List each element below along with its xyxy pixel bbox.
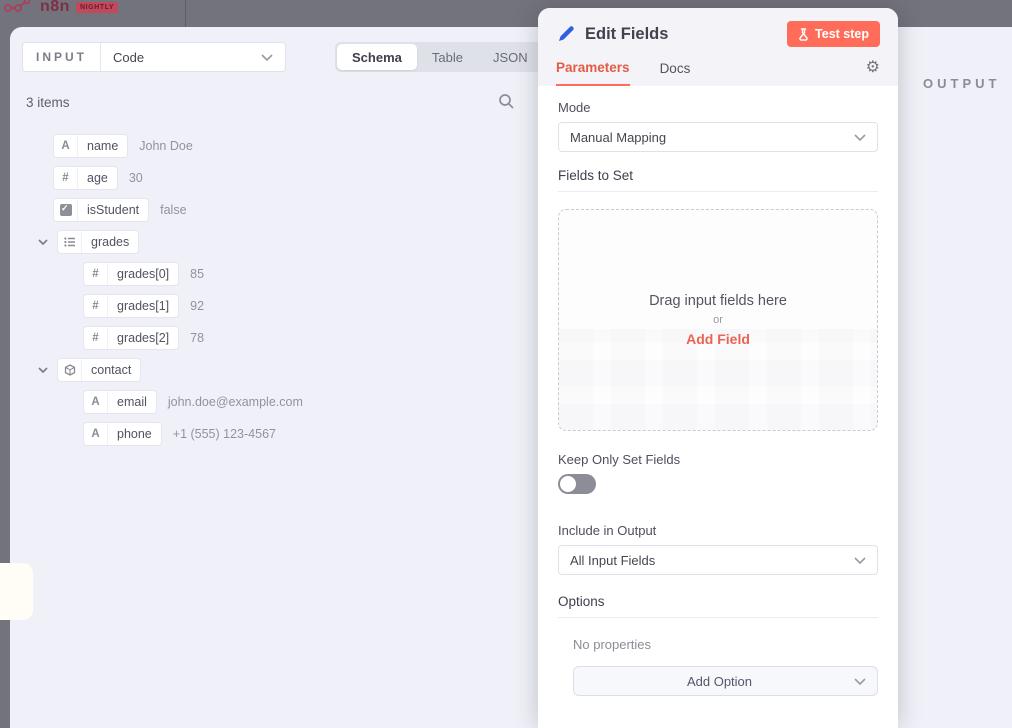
tab-json[interactable]: JSON	[478, 44, 543, 70]
tab-parameters[interactable]: Parameters	[556, 60, 630, 86]
chevron-down-icon	[854, 134, 866, 141]
schema-tree: Aname John Doe #age 30 isStudent false	[10, 130, 530, 450]
drag-hint-text: Drag input fields here	[649, 293, 787, 309]
schema-value: John Doe	[139, 139, 193, 153]
schema-row-email[interactable]: Aemail john.doe@example.com	[10, 386, 530, 418]
keep-only-label: Keep Only Set Fields	[558, 452, 878, 467]
schema-value: +1 (555) 123-4567	[173, 427, 276, 441]
schema-row-grades2[interactable]: #grades[2] 78	[10, 322, 530, 354]
schema-row-grades0[interactable]: #grades[0] 85	[10, 258, 530, 290]
tab-schema[interactable]: Schema	[337, 44, 417, 70]
boolean-type-icon	[54, 199, 78, 221]
no-properties-text: No properties	[573, 637, 878, 652]
schema-value: 85	[190, 267, 204, 281]
flask-icon	[798, 28, 809, 41]
test-step-button[interactable]: Test step	[787, 21, 880, 47]
input-source-value: Code	[113, 50, 144, 65]
schema-value: 92	[190, 299, 204, 313]
number-type-icon: #	[54, 167, 78, 189]
logo-text: n8n	[40, 0, 70, 16]
nightly-badge: NIGHTLY	[76, 2, 118, 13]
schema-row-phone[interactable]: Aphone +1 (555) 123-4567	[10, 418, 530, 450]
mode-select[interactable]: Manual Mapping	[558, 122, 878, 152]
string-type-icon: A	[84, 423, 108, 445]
search-icon[interactable]	[498, 93, 515, 110]
add-option-label: Add Option	[585, 674, 854, 689]
output-panel-label: OUTPUT	[923, 76, 1000, 91]
array-type-icon	[58, 231, 82, 253]
schema-row-grades[interactable]: grades	[10, 226, 530, 258]
sidebar-collapse-notch[interactable]	[0, 563, 33, 620]
tab-docs[interactable]: Docs	[660, 61, 691, 85]
include-in-output-value: All Input Fields	[570, 553, 655, 568]
add-option-button[interactable]: Add Option	[573, 666, 878, 696]
test-step-label: Test step	[815, 27, 869, 41]
object-type-icon	[58, 359, 82, 381]
schema-value: 78	[190, 331, 204, 345]
tab-table[interactable]: Table	[417, 44, 478, 70]
schema-row-age[interactable]: #age 30	[10, 162, 530, 194]
mode-label: Mode	[558, 100, 878, 115]
chevron-down-icon	[854, 678, 866, 685]
chevron-down-icon[interactable]	[35, 239, 51, 245]
fields-drop-zone[interactable]: Drag input fields here or Add Field	[558, 209, 878, 431]
input-panel-label: INPUT	[23, 43, 101, 71]
schema-row-isstudent[interactable]: isStudent false	[10, 194, 530, 226]
include-in-output-select[interactable]: All Input Fields	[558, 545, 878, 575]
schema-value: john.doe@example.com	[168, 395, 303, 409]
n8n-logo-icon	[4, 0, 34, 16]
node-title: Edit Fields	[585, 25, 668, 44]
toggle-knob	[560, 476, 576, 492]
schema-value: false	[160, 203, 186, 217]
n8n-logo[interactable]: n8n NIGHTLY	[4, 0, 118, 16]
input-view-tabs: Schema Table JSON	[335, 42, 545, 72]
number-type-icon: #	[84, 295, 108, 317]
number-type-icon: #	[84, 327, 108, 349]
drop-zone-watermark	[559, 329, 877, 430]
fields-to-set-label: Fields to Set	[558, 168, 878, 192]
keep-only-toggle[interactable]	[558, 474, 596, 494]
include-in-output-label: Include in Output	[558, 523, 878, 538]
chevron-down-icon[interactable]	[35, 367, 51, 373]
options-section: Options No properties Add Option	[558, 594, 878, 696]
chevron-down-icon	[854, 557, 866, 564]
schema-row-name[interactable]: Aname John Doe	[10, 130, 530, 162]
mode-value: Manual Mapping	[570, 130, 666, 145]
topbar-divider	[185, 0, 186, 27]
string-type-icon: A	[54, 135, 78, 157]
items-count: 3 items	[26, 95, 70, 110]
node-parameters-body: Mode Manual Mapping Fields to Set Drag i…	[538, 86, 898, 728]
input-source-select[interactable]: INPUT Code	[22, 42, 286, 72]
node-panel-tabs: Parameters Docs ⚙	[556, 59, 880, 86]
options-label: Options	[558, 594, 878, 618]
schema-row-grades1[interactable]: #grades[1] 92	[10, 290, 530, 322]
settings-gear-icon[interactable]: ⚙	[866, 59, 880, 86]
edit-fields-panel: Edit Fields Test step Parameters Docs ⚙ …	[538, 8, 898, 728]
number-type-icon: #	[84, 263, 108, 285]
node-panel-header: Edit Fields Test step Parameters Docs ⚙	[538, 8, 898, 86]
chevron-down-icon	[261, 54, 273, 61]
edit-fields-pencil-icon	[556, 25, 575, 44]
schema-row-contact[interactable]: contact	[10, 354, 530, 386]
or-text: or	[713, 314, 723, 326]
string-type-icon: A	[84, 391, 108, 413]
schema-value: 30	[129, 171, 143, 185]
